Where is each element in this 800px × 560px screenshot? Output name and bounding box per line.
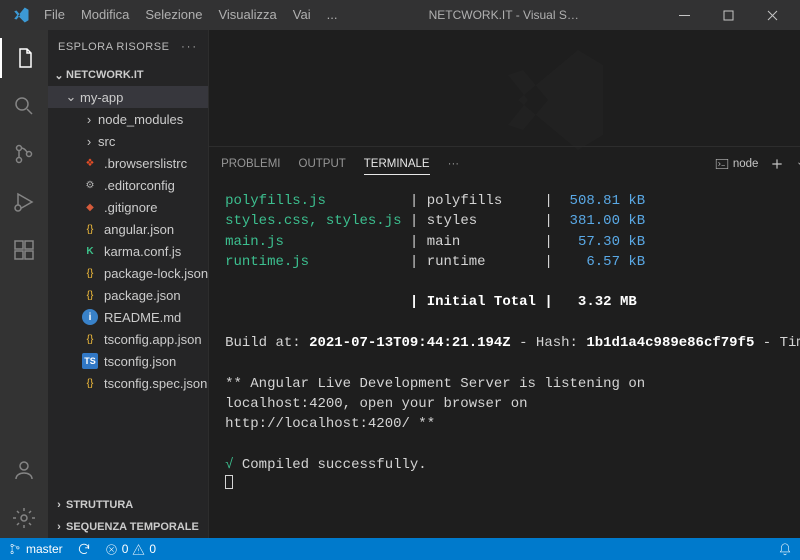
terminal-output[interactable]: polyfills.js | polyfills | 508.81 kB sty… xyxy=(209,181,800,538)
file-type-icon: i xyxy=(82,309,98,325)
chevron-down-icon: ⌄ xyxy=(64,89,78,105)
activity-debug-icon[interactable] xyxy=(0,182,48,222)
vscode-watermark-icon xyxy=(493,40,613,160)
panel-tab-terminal[interactable]: TERMINALE xyxy=(364,154,430,175)
tree-label: node_modules xyxy=(98,112,183,127)
activity-extensions-icon[interactable] xyxy=(0,230,48,270)
window-close-button[interactable] xyxy=(750,0,794,30)
chevron-right-icon: › xyxy=(52,521,66,533)
tree-file--browserslistrc[interactable]: ❖ .browserslistrc xyxy=(48,152,208,174)
chevron-right-icon: › xyxy=(52,499,66,511)
editor-area: PROBLEMI OUTPUT TERMINALE ··· node polyf… xyxy=(209,30,800,538)
tree-folder-my-app[interactable]: ⌄ my-app xyxy=(48,86,208,108)
menu-view[interactable]: Visualizza xyxy=(210,0,284,30)
file-type-icon: ⚙ xyxy=(82,177,98,193)
tree-file-package-lock-json[interactable]: {} package-lock.json xyxy=(48,262,208,284)
section-label: STRUTTURA xyxy=(66,499,133,511)
activity-account-icon[interactable] xyxy=(0,450,48,490)
editor-empty xyxy=(209,30,800,146)
menu-more[interactable]: ... xyxy=(319,0,346,30)
file-tree: ⌄ my-app ›node_modules›src❖.browserslist… xyxy=(48,86,208,494)
panel-more-icon[interactable]: ··· xyxy=(448,158,460,170)
tree-folder-src[interactable]: ›src xyxy=(48,130,208,152)
tree-file-package-json[interactable]: {} package.json xyxy=(48,284,208,306)
tree-file--editorconfig[interactable]: ⚙ .editorconfig xyxy=(48,174,208,196)
terminal-dropdown-icon[interactable] xyxy=(796,159,800,169)
sidebar-header: ESPLORA RISORSE ··· xyxy=(48,30,208,64)
file-type-icon: ◆ xyxy=(82,199,98,215)
activity-settings-icon[interactable] xyxy=(0,498,48,538)
section-label: SEQUENZA TEMPORALE xyxy=(66,521,199,533)
tree-file-tsconfig-app-json[interactable]: {} tsconfig.app.json xyxy=(48,328,208,350)
file-type-icon: TS xyxy=(82,353,98,369)
workspace-header[interactable]: ⌄ NETCWORK.IT xyxy=(48,64,208,86)
file-type-icon: {} xyxy=(82,375,98,391)
status-notifications-icon[interactable] xyxy=(778,542,792,556)
tree-file--gitignore[interactable]: ◆ .gitignore xyxy=(48,196,208,218)
status-problems[interactable]: 0 0 xyxy=(105,542,156,556)
terminal-new-icon[interactable] xyxy=(770,157,784,171)
tree-file-angular-json[interactable]: {} angular.json xyxy=(48,218,208,240)
status-sync[interactable] xyxy=(77,542,91,556)
tree-label: package-lock.json xyxy=(104,266,208,281)
tree-label: karma.conf.js xyxy=(104,244,181,259)
window-minimize-button[interactable] xyxy=(662,0,706,30)
tree-file-readme-md[interactable]: i README.md xyxy=(48,306,208,328)
section-struttura[interactable]: › STRUTTURA xyxy=(48,494,208,516)
file-type-icon: {} xyxy=(82,221,98,237)
section-timeline[interactable]: › SEQUENZA TEMPORALE xyxy=(48,516,208,538)
terminal-shell-selector[interactable]: node xyxy=(715,157,759,171)
menu-edit[interactable]: Modifica xyxy=(73,0,137,30)
file-type-icon: {} xyxy=(82,331,98,347)
tree-label: angular.json xyxy=(104,222,174,237)
chevron-right-icon: › xyxy=(82,134,96,149)
status-bar: master 0 0 xyxy=(0,538,800,560)
workspace-name: NETCWORK.IT xyxy=(66,69,144,81)
window-maximize-button[interactable] xyxy=(706,0,750,30)
tree-label: .browserslistrc xyxy=(104,156,187,171)
tree-label: tsconfig.app.json xyxy=(104,332,202,347)
tree-label: tsconfig.json xyxy=(104,354,176,369)
tree-file-tsconfig-json[interactable]: TS tsconfig.json xyxy=(48,350,208,372)
file-type-icon: {} xyxy=(82,287,98,303)
titlebar: File Modifica Selezione Visualizza Vai .… xyxy=(0,0,800,30)
chevron-down-icon: ⌄ xyxy=(52,69,66,82)
window-title: NETCWORK.IT - Visual S… xyxy=(345,8,662,22)
menu-go[interactable]: Vai xyxy=(285,0,319,30)
vscode-logo-icon xyxy=(12,6,30,24)
tree-label: .editorconfig xyxy=(104,178,175,193)
tree-file-tsconfig-spec-json[interactable]: {} tsconfig.spec.json xyxy=(48,372,208,394)
panel-tab-output[interactable]: OUTPUT xyxy=(299,154,346,174)
status-errors: 0 xyxy=(122,542,129,556)
file-type-icon: K xyxy=(82,243,98,259)
tree-label: src xyxy=(98,134,115,149)
tree-folder-node-modules[interactable]: ›node_modules xyxy=(48,108,208,130)
tree-file-karma-conf-js[interactable]: Kkarma.conf.js xyxy=(48,240,208,262)
status-branch[interactable]: master xyxy=(8,542,63,556)
tree-label: package.json xyxy=(104,288,181,303)
file-type-icon: {} xyxy=(82,265,98,281)
file-type-icon: ❖ xyxy=(82,155,98,171)
sidebar-title: ESPLORA RISORSE xyxy=(58,41,169,53)
activity-bar xyxy=(0,30,48,538)
tree-label: README.md xyxy=(104,310,181,325)
activity-source-control-icon[interactable] xyxy=(0,134,48,174)
chevron-right-icon: › xyxy=(82,112,96,127)
tree-label: tsconfig.spec.json xyxy=(104,376,207,391)
tree-label: my-app xyxy=(80,90,123,105)
panel-tab-problems[interactable]: PROBLEMI xyxy=(221,154,280,174)
tree-label: .gitignore xyxy=(104,200,157,215)
bottom-panel: PROBLEMI OUTPUT TERMINALE ··· node polyf… xyxy=(209,146,800,538)
status-warnings: 0 xyxy=(149,542,156,556)
status-branch-name: master xyxy=(26,542,63,556)
explorer-sidebar: ESPLORA RISORSE ··· ⌄ NETCWORK.IT ⌄ my-a… xyxy=(48,30,209,538)
activity-search-icon[interactable] xyxy=(0,86,48,126)
activity-explorer-icon[interactable] xyxy=(0,38,48,78)
sidebar-more-icon[interactable]: ··· xyxy=(181,41,198,53)
menu-selection[interactable]: Selezione xyxy=(137,0,210,30)
menu-file[interactable]: File xyxy=(36,0,73,30)
